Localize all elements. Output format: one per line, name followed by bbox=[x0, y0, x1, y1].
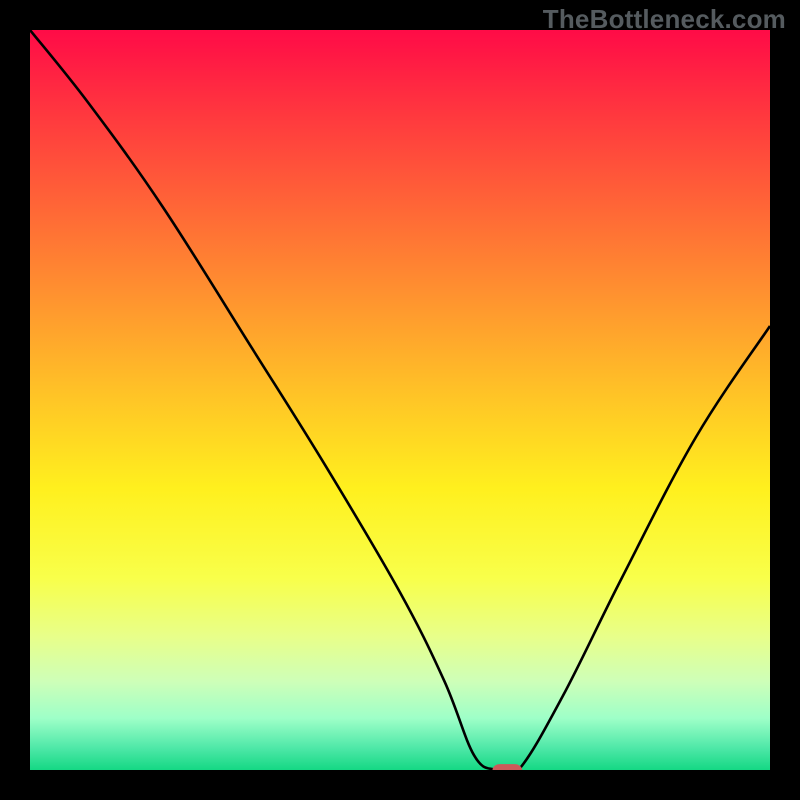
plot-svg bbox=[30, 30, 770, 770]
plot-area bbox=[30, 30, 770, 770]
optimal-marker bbox=[493, 764, 523, 770]
chart-frame: TheBottleneck.com bbox=[0, 0, 800, 800]
watermark-text: TheBottleneck.com bbox=[543, 4, 786, 35]
gradient-background bbox=[30, 30, 770, 770]
